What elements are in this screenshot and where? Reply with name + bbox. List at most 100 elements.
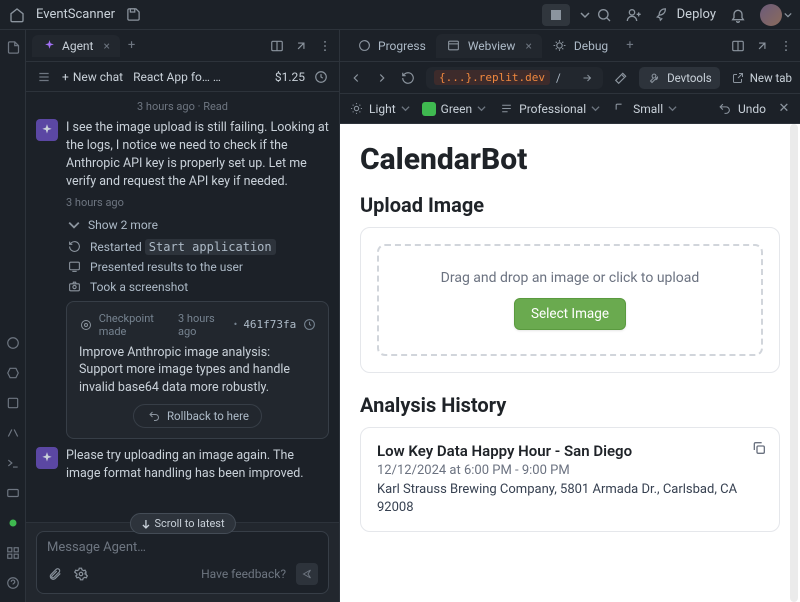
url-go-icon[interactable] (579, 70, 595, 86)
add-tab-button[interactable]: + (128, 38, 135, 53)
drop-hint: Drag and drop an image or click to uploa… (389, 270, 751, 286)
theme-selector[interactable]: Light (348, 101, 416, 117)
tab-label: Webview (468, 39, 516, 53)
theme-label: Light (369, 102, 396, 116)
expand-icon[interactable] (293, 38, 309, 54)
files-icon[interactable] (0, 36, 26, 58)
history-item: Low Key Data Happy Hour - San Diego 12/1… (360, 427, 780, 532)
checkpoint-message: Improve Anthropic image analysis: Suppor… (79, 344, 316, 397)
history-item-time: 12/12/2024 at 6:00 PM - 9:00 PM (377, 463, 763, 478)
scroll-latest-label: Scroll to latest (154, 517, 224, 530)
thread-label: React App fo… (133, 70, 210, 84)
refresh-icon[interactable] (400, 70, 416, 86)
save-icon[interactable] (125, 7, 141, 23)
select-image-button[interactable]: Select Image (514, 298, 626, 330)
gear-icon[interactable] (73, 566, 89, 582)
command-text: Start application (145, 239, 276, 255)
close-icon[interactable]: × (525, 39, 531, 53)
account-menu[interactable] (760, 4, 792, 26)
invite-icon[interactable] (626, 7, 642, 23)
devtools-button[interactable]: Devtools (639, 67, 720, 89)
color-selector[interactable]: Green (422, 102, 492, 116)
tab-label: Debug (574, 39, 608, 53)
bell-icon[interactable] (730, 7, 746, 23)
feedback-link[interactable]: Have feedback? (201, 567, 286, 581)
stop-button[interactable] (542, 4, 570, 26)
close-icon[interactable]: × (103, 39, 109, 53)
new-tab-button[interactable]: New tab (730, 70, 792, 86)
undo-icon (146, 408, 162, 424)
gutter-icon[interactable] (0, 332, 26, 354)
history-heading: Analysis History (360, 393, 780, 417)
sun-icon (348, 101, 364, 117)
checkpoint-icon (79, 317, 93, 333)
tab-label: Agent (62, 39, 93, 53)
app-name: EventScanner (36, 7, 115, 22)
page-title: CalendarBot (360, 142, 780, 177)
composer-placeholder: Message Agent… (47, 540, 318, 555)
text-icon (498, 101, 514, 117)
message-input[interactable]: Message Agent… Have feedback? (36, 531, 329, 594)
rollback-button[interactable]: Rollback to here (133, 404, 262, 428)
activity-line: Restarted Start application (66, 239, 329, 255)
tab-progress[interactable]: Progress (346, 34, 436, 58)
console-icon[interactable] (0, 452, 26, 474)
home-icon[interactable] (8, 6, 26, 24)
tab-webview[interactable]: Webview × (436, 34, 542, 58)
gutter-icon[interactable] (0, 512, 26, 534)
close-icon[interactable]: ✕ (776, 101, 792, 117)
chevron-down-icon (591, 102, 600, 116)
activity-line: Took a screenshot (66, 279, 329, 295)
forward-icon[interactable] (374, 70, 390, 86)
gutter-icon[interactable] (0, 482, 26, 504)
external-icon (730, 70, 746, 86)
copy-icon[interactable] (751, 440, 767, 456)
run-dropdown[interactable] (574, 4, 596, 26)
tab-label: Progress (378, 39, 426, 53)
columns-icon[interactable] (730, 38, 746, 54)
show-more-button[interactable]: Show 2 more (66, 217, 329, 233)
undo-label: Undo (738, 102, 766, 116)
wrench-icon (647, 70, 663, 86)
message-time: 3 hours ago (66, 196, 329, 209)
chevron-down-icon (66, 217, 82, 233)
scrollbar[interactable] (790, 124, 798, 602)
help-icon[interactable] (0, 572, 26, 594)
font-selector[interactable]: Professional (498, 101, 606, 117)
checkpoint-card: Checkpoint made 3 hours ago • 461f73fa I… (66, 301, 329, 440)
tab-agent[interactable]: Agent × (32, 35, 120, 57)
radius-selector[interactable]: Small (612, 101, 683, 117)
add-tab-button[interactable]: + (626, 38, 633, 53)
present-icon (66, 259, 82, 275)
new-chat-button[interactable]: +New chat (62, 70, 123, 84)
more-icon[interactable] (778, 38, 794, 54)
checkpoint-label: Checkpoint made (99, 312, 172, 338)
back-icon[interactable] (348, 70, 364, 86)
url-path: / (556, 71, 561, 85)
gutter-icon[interactable] (0, 362, 26, 384)
url-field[interactable]: {...}.replit.dev / (426, 67, 603, 89)
progress-icon (356, 38, 372, 54)
send-button[interactable] (296, 563, 318, 585)
expand-icon[interactable] (754, 38, 770, 54)
dropzone[interactable]: Drag and drop an image or click to uploa… (377, 244, 763, 356)
search-icon[interactable] (596, 7, 612, 23)
more-icon[interactable] (317, 38, 333, 54)
undo-button[interactable]: Undo (717, 101, 766, 117)
wand-icon[interactable] (613, 70, 629, 86)
apps-icon[interactable] (0, 542, 26, 564)
deploy-button[interactable]: Deploy (656, 7, 716, 23)
meter-icon[interactable] (313, 69, 329, 85)
show-more-label: Show 2 more (88, 218, 158, 232)
gutter-icon[interactable] (0, 392, 26, 414)
undo-icon (717, 101, 733, 117)
checkpoint-time: 3 hours ago (178, 312, 228, 338)
tab-debug[interactable]: Debug (542, 34, 618, 58)
agent-avatar (36, 447, 58, 469)
columns-icon[interactable] (269, 38, 285, 54)
scroll-latest-button[interactable]: Scroll to latest (129, 513, 235, 534)
gutter-icon[interactable] (0, 422, 26, 444)
attach-icon[interactable] (47, 566, 63, 582)
thread-selector[interactable]: React App fo… (133, 70, 223, 84)
list-icon[interactable] (36, 69, 52, 85)
